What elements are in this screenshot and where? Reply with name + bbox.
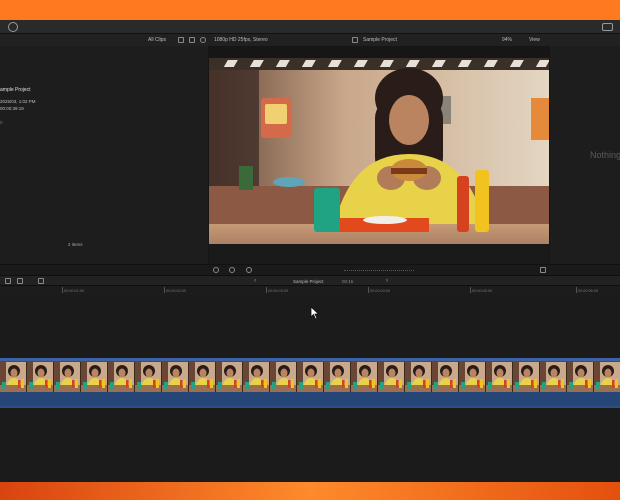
video-frame — [209, 58, 549, 264]
desktop-background — [0, 482, 620, 500]
ruler-tick: 00:00:02:00 — [163, 287, 187, 293]
blade-tool-icon[interactable] — [229, 267, 235, 273]
clip-thumbnail — [54, 362, 81, 392]
clip-thumbnail — [513, 362, 540, 392]
playback-scrubber[interactable] — [344, 270, 414, 271]
clip-thumbnail — [351, 362, 378, 392]
clip-thumbnail — [297, 362, 324, 392]
zoom-dropdown[interactable]: 94% — [502, 37, 512, 43]
browser-toolbar: All Clips 1080p HD 25fps, Stereo Sample … — [0, 34, 620, 46]
clip-thumbnail — [459, 362, 486, 392]
timeline-timecode: 00:15 — [342, 279, 354, 284]
empty-state-label: Nothing — [590, 150, 620, 160]
clip-filter-dropdown[interactable]: All Clips — [148, 37, 166, 43]
timeline-toolbar: ‹ Sample Project 00:15 › — [0, 275, 620, 286]
clip-thumbnail — [378, 362, 405, 392]
clip-thumbnail — [189, 362, 216, 392]
ruler-tick: 00:00:05:00 — [469, 287, 493, 293]
inspector-panel: ample Project 2025/03, 1:02 PM 00:00:39:… — [0, 46, 208, 268]
title-bar — [0, 20, 620, 34]
clip-thumbnail — [405, 362, 432, 392]
viewer-panel — [208, 46, 550, 268]
timeline-ruler[interactable]: 00:00:01:00 00:00:02:00 00:00:03:00 00:0… — [0, 286, 620, 295]
clip-thumbnail — [216, 362, 243, 392]
fullscreen-icon[interactable] — [540, 267, 546, 273]
ruler-tick: 00:00:06:00 — [575, 287, 599, 293]
video-clip[interactable] — [0, 358, 620, 408]
clip-filmstrip — [0, 362, 620, 392]
viewer-controls — [0, 264, 620, 275]
clip-thumbnail — [0, 362, 27, 392]
clip-thumbnail — [432, 362, 459, 392]
arrow-tool-icon[interactable] — [38, 278, 44, 284]
pointer-cursor-icon — [310, 306, 320, 320]
clip-thumbnail — [27, 362, 54, 392]
video-preview-image — [209, 58, 549, 264]
inspector-marker: 0 — [0, 120, 3, 125]
inspector-project-name: ample Project — [0, 87, 31, 93]
right-panel: Nothing — [550, 46, 620, 268]
clip-thumbnail — [108, 362, 135, 392]
clip-thumbnail — [81, 362, 108, 392]
ruler-tick: 00:00:03:00 — [265, 287, 289, 293]
clip-thumbnail — [567, 362, 594, 392]
clip-thumbnail — [243, 362, 270, 392]
clip-thumbnail — [594, 362, 620, 392]
ruler-tick: 00:00:01:00 — [61, 287, 85, 293]
speed-icon[interactable] — [246, 267, 252, 273]
clip-connect-icon[interactable] — [17, 278, 23, 284]
hand-tool-icon[interactable] — [213, 267, 219, 273]
layout-icon[interactable] — [352, 37, 358, 43]
filmstrip-view-icon[interactable] — [178, 37, 184, 43]
list-view-icon[interactable] — [189, 37, 195, 43]
inspector-date: 2025/03, 1:02 PM — [0, 99, 36, 104]
clip-thumbnail — [540, 362, 567, 392]
back-arrow-icon[interactable]: ‹ — [254, 278, 256, 284]
audio-waveform — [0, 392, 620, 406]
clip-thumbnail — [270, 362, 297, 392]
clip-thumbnail — [162, 362, 189, 392]
viewer-project-title: Sample Project — [363, 37, 397, 43]
forward-arrow-icon[interactable]: › — [386, 278, 388, 284]
format-label: 1080p HD 25fps, Stereo — [214, 37, 268, 43]
timeline-project-name[interactable]: Sample Project — [293, 279, 324, 284]
settings-icon[interactable] — [8, 22, 18, 32]
inspector-duration: 00:00:39:19 — [0, 106, 24, 111]
timeline-area[interactable] — [0, 295, 620, 482]
search-icon[interactable] — [200, 37, 206, 43]
app-window: All Clips 1080p HD 25fps, Stereo Sample … — [0, 20, 620, 482]
items-count: 2 items — [68, 242, 83, 247]
clip-thumbnail — [486, 362, 513, 392]
clip-thumbnail — [135, 362, 162, 392]
ruler-tick: 00:00:04:00 — [367, 287, 391, 293]
index-icon[interactable] — [5, 278, 11, 284]
clip-thumbnail — [324, 362, 351, 392]
view-dropdown[interactable]: View — [529, 37, 540, 43]
share-icon[interactable] — [602, 23, 613, 31]
